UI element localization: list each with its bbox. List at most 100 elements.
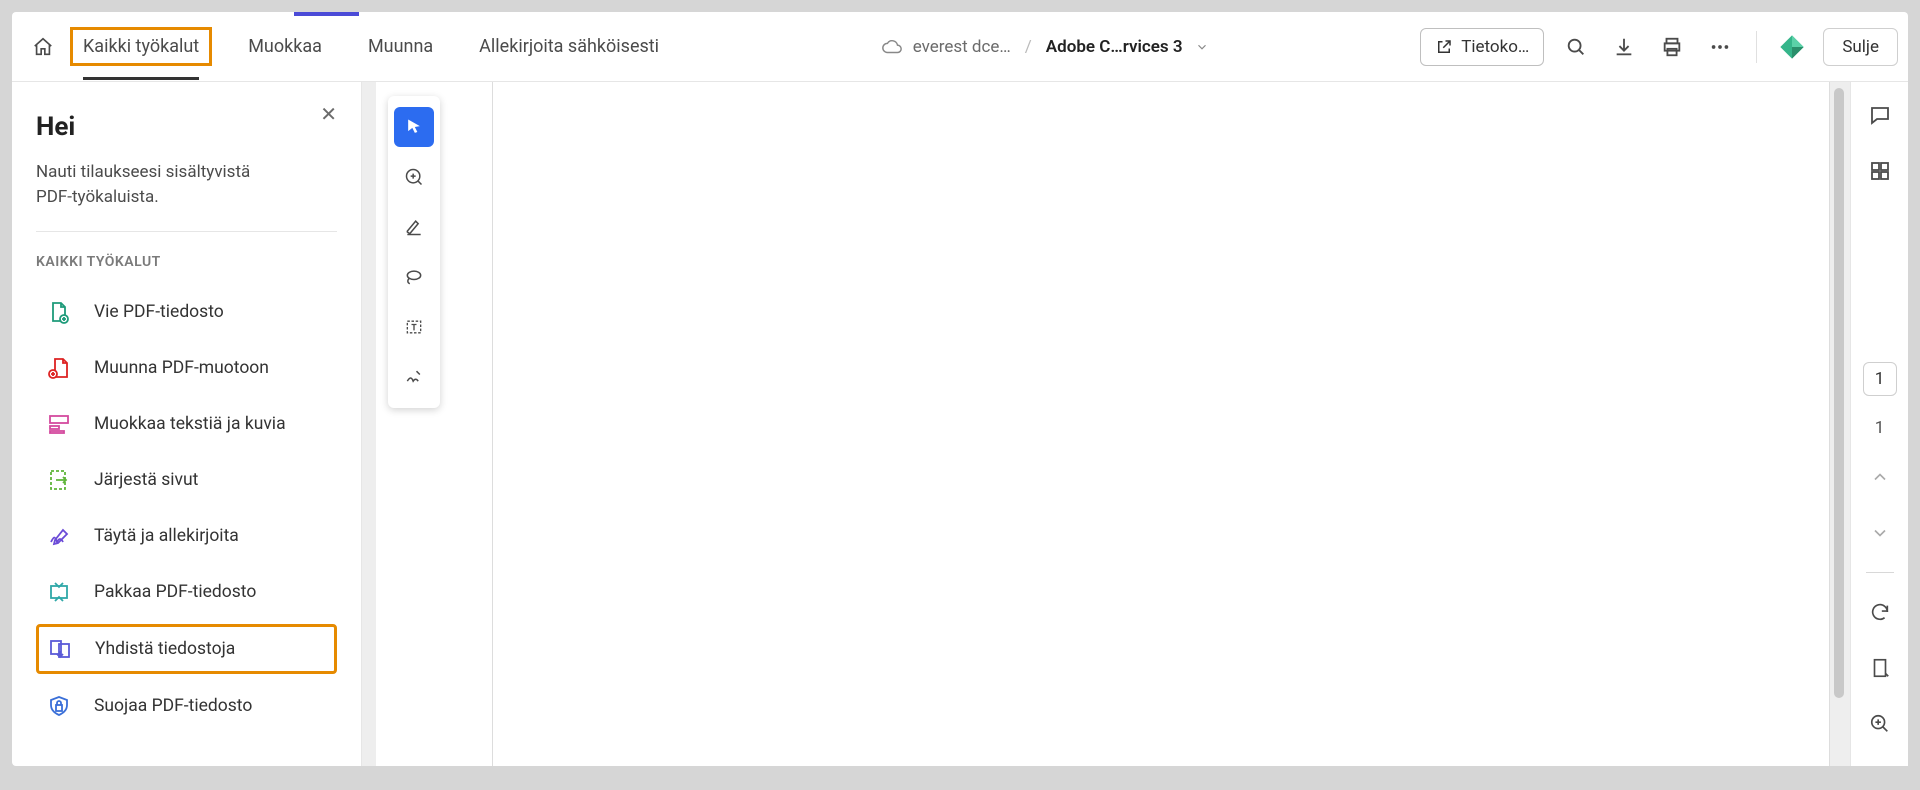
comment-icon — [1868, 103, 1892, 127]
external-link-icon — [1435, 38, 1453, 56]
rail-divider — [1866, 572, 1894, 573]
account-avatar[interactable] — [1777, 32, 1807, 62]
text-bubble-icon — [404, 167, 424, 187]
signature-icon — [404, 367, 424, 387]
draw-tool[interactable] — [394, 257, 434, 297]
rotate-icon — [1869, 601, 1891, 623]
quick-tools — [388, 96, 440, 408]
print-icon — [1661, 36, 1683, 58]
breadcrumb-separator: / — [1025, 37, 1032, 57]
nav-group: Kaikki työkalut Muokkaa Muunna Allekirjo… — [70, 27, 669, 66]
tool-organize-pages[interactable]: Järjestä sivut — [36, 456, 337, 504]
avatar-icon — [1778, 33, 1806, 61]
grid-icon — [1868, 159, 1892, 183]
nav-convert[interactable]: Muunna — [358, 28, 443, 65]
tool-export-pdf[interactable]: Vie PDF-tiedosto — [36, 288, 337, 336]
tool-label: Vie PDF-tiedosto — [94, 302, 224, 322]
lasso-icon — [404, 267, 424, 287]
create-pdf-icon — [47, 356, 71, 380]
sign-icon — [47, 524, 71, 548]
divider — [1756, 31, 1757, 63]
sidebar-title: Hei — [36, 112, 337, 142]
tool-edit-text-images[interactable]: Muokkaa tekstiä ja kuvia — [36, 400, 337, 448]
document-selector[interactable]: Adobe C…rvices 3 — [1046, 37, 1209, 57]
page-surface[interactable] — [492, 82, 1830, 766]
nav-esign[interactable]: Allekirjoita sähköisesti — [469, 28, 669, 65]
tool-convert-to-pdf[interactable]: Muunna PDF-muotoon — [36, 344, 337, 392]
cloud-label: everest dce… — [913, 37, 1011, 57]
sidebar-section-heading: KAIKKI TYÖKALUT — [36, 254, 337, 270]
nav-edit[interactable]: Muokkaa — [238, 28, 332, 65]
download-button[interactable] — [1608, 31, 1640, 63]
chevron-down-icon — [1195, 40, 1209, 54]
canvas-area — [362, 82, 1850, 766]
tool-label: Täytä ja allekirjoita — [94, 526, 239, 546]
topbar-actions: Tietoko… Sulje — [1420, 28, 1898, 66]
compress-icon — [47, 580, 71, 604]
highlight-tool[interactable] — [394, 207, 434, 247]
topbar: Kaikki työkalut Muokkaa Muunna Allekirjo… — [12, 12, 1908, 82]
tool-protect-pdf[interactable]: Suojaa PDF-tiedosto — [36, 682, 337, 730]
combine-icon — [48, 637, 72, 661]
tool-combine-files[interactable]: Yhdistä tiedostoja — [36, 624, 337, 674]
print-button[interactable] — [1656, 31, 1688, 63]
tool-list: Vie PDF-tiedosto Muunna PDF-muotoon Muok… — [36, 288, 337, 730]
tab-indicator — [294, 12, 359, 16]
chevron-up-icon — [1870, 467, 1890, 487]
sidebar-close[interactable]: ✕ — [320, 102, 337, 126]
search-icon — [1565, 36, 1587, 58]
scrollbar-thumb[interactable] — [1834, 88, 1844, 698]
scrollbar-track[interactable] — [1830, 82, 1850, 766]
breadcrumb: everest dce… / Adobe C…rvices 3 — [669, 36, 1420, 58]
sidebar-divider — [36, 231, 337, 232]
sidebar-subtitle: Nauti tilaukseesi sisältyvistä PDF-työka… — [36, 160, 337, 209]
page-view-button[interactable] — [1863, 651, 1897, 685]
edit-icon — [47, 412, 71, 436]
tool-label: Muunna PDF-muotoon — [94, 358, 269, 378]
sidebar: ✕ Hei Nauti tilaukseesi sisältyvistä PDF… — [12, 82, 362, 766]
export-pdf-icon — [47, 300, 71, 324]
highlight-icon — [404, 217, 424, 237]
cursor-icon — [404, 117, 424, 137]
page-up-button[interactable] — [1863, 460, 1897, 494]
download-icon — [1613, 36, 1635, 58]
tool-label: Muokkaa tekstiä ja kuvia — [94, 414, 286, 434]
comment-tool[interactable] — [394, 157, 434, 197]
tool-label: Yhdistä tiedostoja — [95, 639, 235, 659]
nav-all-tools[interactable]: Kaikki työkalut — [70, 27, 212, 66]
info-button[interactable]: Tietoko… — [1420, 28, 1544, 66]
thumbnails-panel-button[interactable] — [1863, 154, 1897, 188]
protect-icon — [47, 694, 71, 718]
document-name: Adobe C…rvices 3 — [1046, 37, 1183, 57]
tool-label: Järjestä sivut — [94, 470, 198, 490]
comments-panel-button[interactable] — [1863, 98, 1897, 132]
tool-compress-pdf[interactable]: Pakkaa PDF-tiedosto — [36, 568, 337, 616]
page-down-button[interactable] — [1863, 516, 1897, 550]
cloud-location[interactable]: everest dce… — [881, 36, 1011, 58]
body: ✕ Hei Nauti tilaukseesi sisältyvistä PDF… — [12, 82, 1908, 766]
signature-tool[interactable] — [394, 357, 434, 397]
more-button[interactable] — [1704, 31, 1736, 63]
right-rail: 1 1 — [1850, 82, 1908, 766]
page-total-badge[interactable]: 1 — [1863, 362, 1897, 396]
rotate-button[interactable] — [1863, 595, 1897, 629]
page-icon — [1869, 657, 1891, 679]
zoom-button[interactable] — [1863, 707, 1897, 741]
cloud-icon — [881, 36, 903, 58]
app-window: Kaikki työkalut Muokkaa Muunna Allekirjo… — [12, 12, 1908, 766]
home-icon — [32, 36, 54, 58]
select-tool[interactable] — [394, 107, 434, 147]
home-button[interactable] — [28, 32, 58, 62]
page-current: 1 — [1875, 418, 1885, 438]
search-button[interactable] — [1560, 31, 1592, 63]
tool-label: Pakkaa PDF-tiedosto — [94, 582, 256, 602]
close-button[interactable]: Sulje — [1823, 28, 1898, 66]
textbox-tool[interactable] — [394, 307, 434, 347]
info-button-label: Tietoko… — [1461, 37, 1529, 57]
zoom-in-icon — [1869, 713, 1891, 735]
tool-fill-sign[interactable]: Täytä ja allekirjoita — [36, 512, 337, 560]
organize-icon — [47, 468, 71, 492]
textbox-icon — [404, 317, 424, 337]
chevron-down-icon — [1870, 523, 1890, 543]
canvas-gutter — [362, 82, 376, 766]
